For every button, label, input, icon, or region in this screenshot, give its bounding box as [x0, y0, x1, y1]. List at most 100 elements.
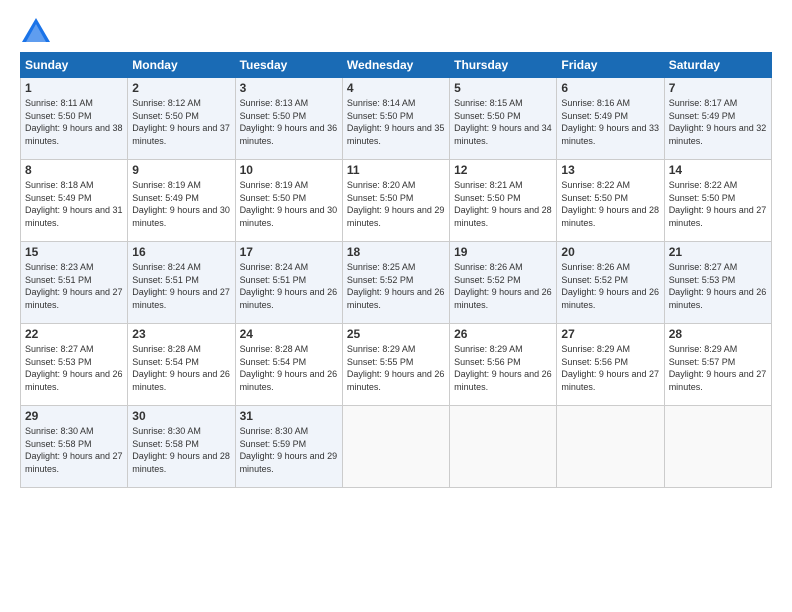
sunrise: Sunrise: 8:29 AM — [347, 344, 416, 354]
daylight: Daylight: 9 hours and 36 minutes. — [240, 123, 338, 146]
day-header-friday: Friday — [557, 53, 664, 78]
day-number: 19 — [454, 245, 552, 259]
day-content: Sunrise: 8:13 AM Sunset: 5:50 PM Dayligh… — [240, 97, 338, 147]
day-content: Sunrise: 8:29 AM Sunset: 5:56 PM Dayligh… — [454, 343, 552, 393]
sunset: Sunset: 5:54 PM — [240, 357, 307, 367]
calendar-cell: 20 Sunrise: 8:26 AM Sunset: 5:52 PM Dayl… — [557, 242, 664, 324]
calendar-cell: 28 Sunrise: 8:29 AM Sunset: 5:57 PM Dayl… — [664, 324, 771, 406]
calendar-cell: 27 Sunrise: 8:29 AM Sunset: 5:56 PM Dayl… — [557, 324, 664, 406]
daylight: Daylight: 9 hours and 30 minutes. — [240, 205, 338, 228]
calendar-cell: 14 Sunrise: 8:22 AM Sunset: 5:50 PM Dayl… — [664, 160, 771, 242]
daylight: Daylight: 9 hours and 27 minutes. — [669, 369, 767, 392]
sunrise: Sunrise: 8:26 AM — [454, 262, 523, 272]
daylight: Daylight: 9 hours and 27 minutes. — [132, 287, 230, 310]
sunset: Sunset: 5:58 PM — [132, 439, 199, 449]
calendar-cell: 25 Sunrise: 8:29 AM Sunset: 5:55 PM Dayl… — [342, 324, 449, 406]
calendar-cell: 24 Sunrise: 8:28 AM Sunset: 5:54 PM Dayl… — [235, 324, 342, 406]
sunrise: Sunrise: 8:22 AM — [561, 180, 630, 190]
logo — [20, 16, 55, 44]
sunrise: Sunrise: 8:13 AM — [240, 98, 309, 108]
week-row-3: 15 Sunrise: 8:23 AM Sunset: 5:51 PM Dayl… — [21, 242, 772, 324]
daylight: Daylight: 9 hours and 29 minutes. — [347, 205, 445, 228]
page: SundayMondayTuesdayWednesdayThursdayFrid… — [0, 0, 792, 612]
daylight: Daylight: 9 hours and 38 minutes. — [25, 123, 123, 146]
day-content: Sunrise: 8:17 AM Sunset: 5:49 PM Dayligh… — [669, 97, 767, 147]
sunset: Sunset: 5:50 PM — [669, 193, 736, 203]
week-row-4: 22 Sunrise: 8:27 AM Sunset: 5:53 PM Dayl… — [21, 324, 772, 406]
calendar-cell — [557, 406, 664, 488]
day-number: 6 — [561, 81, 659, 95]
day-number: 13 — [561, 163, 659, 177]
day-content: Sunrise: 8:30 AM Sunset: 5:59 PM Dayligh… — [240, 425, 338, 475]
calendar-cell: 26 Sunrise: 8:29 AM Sunset: 5:56 PM Dayl… — [450, 324, 557, 406]
day-content: Sunrise: 8:30 AM Sunset: 5:58 PM Dayligh… — [132, 425, 230, 475]
sunrise: Sunrise: 8:29 AM — [454, 344, 523, 354]
day-number: 31 — [240, 409, 338, 423]
sunset: Sunset: 5:50 PM — [454, 193, 521, 203]
calendar-cell: 1 Sunrise: 8:11 AM Sunset: 5:50 PM Dayli… — [21, 78, 128, 160]
sunset: Sunset: 5:50 PM — [240, 193, 307, 203]
daylight: Daylight: 9 hours and 26 minutes. — [25, 369, 123, 392]
day-number: 20 — [561, 245, 659, 259]
day-number: 14 — [669, 163, 767, 177]
calendar-cell: 9 Sunrise: 8:19 AM Sunset: 5:49 PM Dayli… — [128, 160, 235, 242]
calendar-cell — [450, 406, 557, 488]
calendar-cell: 10 Sunrise: 8:19 AM Sunset: 5:50 PM Dayl… — [235, 160, 342, 242]
daylight: Daylight: 9 hours and 26 minutes. — [132, 369, 230, 392]
daylight: Daylight: 9 hours and 26 minutes. — [240, 287, 338, 310]
calendar-cell: 23 Sunrise: 8:28 AM Sunset: 5:54 PM Dayl… — [128, 324, 235, 406]
sunset: Sunset: 5:50 PM — [347, 193, 414, 203]
calendar-cell — [664, 406, 771, 488]
day-number: 16 — [132, 245, 230, 259]
logo-icon — [20, 16, 52, 44]
sunrise: Sunrise: 8:14 AM — [347, 98, 416, 108]
calendar-cell: 30 Sunrise: 8:30 AM Sunset: 5:58 PM Dayl… — [128, 406, 235, 488]
calendar-cell: 8 Sunrise: 8:18 AM Sunset: 5:49 PM Dayli… — [21, 160, 128, 242]
calendar-cell: 15 Sunrise: 8:23 AM Sunset: 5:51 PM Dayl… — [21, 242, 128, 324]
calendar-cell: 17 Sunrise: 8:24 AM Sunset: 5:51 PM Dayl… — [235, 242, 342, 324]
day-header-saturday: Saturday — [664, 53, 771, 78]
sunrise: Sunrise: 8:30 AM — [132, 426, 201, 436]
daylight: Daylight: 9 hours and 26 minutes. — [240, 369, 338, 392]
sunset: Sunset: 5:58 PM — [25, 439, 92, 449]
day-content: Sunrise: 8:27 AM Sunset: 5:53 PM Dayligh… — [25, 343, 123, 393]
sunrise: Sunrise: 8:17 AM — [669, 98, 738, 108]
sunrise: Sunrise: 8:26 AM — [561, 262, 630, 272]
daylight: Daylight: 9 hours and 26 minutes. — [669, 287, 767, 310]
calendar-cell: 13 Sunrise: 8:22 AM Sunset: 5:50 PM Dayl… — [557, 160, 664, 242]
sunrise: Sunrise: 8:25 AM — [347, 262, 416, 272]
calendar-cell: 19 Sunrise: 8:26 AM Sunset: 5:52 PM Dayl… — [450, 242, 557, 324]
sunset: Sunset: 5:52 PM — [347, 275, 414, 285]
day-content: Sunrise: 8:21 AM Sunset: 5:50 PM Dayligh… — [454, 179, 552, 229]
day-content: Sunrise: 8:19 AM Sunset: 5:49 PM Dayligh… — [132, 179, 230, 229]
sunrise: Sunrise: 8:27 AM — [669, 262, 738, 272]
sunset: Sunset: 5:56 PM — [561, 357, 628, 367]
day-number: 5 — [454, 81, 552, 95]
daylight: Daylight: 9 hours and 30 minutes. — [132, 205, 230, 228]
day-number: 29 — [25, 409, 123, 423]
day-header-tuesday: Tuesday — [235, 53, 342, 78]
sunset: Sunset: 5:54 PM — [132, 357, 199, 367]
day-content: Sunrise: 8:29 AM Sunset: 5:56 PM Dayligh… — [561, 343, 659, 393]
daylight: Daylight: 9 hours and 31 minutes. — [25, 205, 123, 228]
day-number: 7 — [669, 81, 767, 95]
daylight: Daylight: 9 hours and 27 minutes. — [25, 451, 123, 474]
day-content: Sunrise: 8:23 AM Sunset: 5:51 PM Dayligh… — [25, 261, 123, 311]
day-content: Sunrise: 8:11 AM Sunset: 5:50 PM Dayligh… — [25, 97, 123, 147]
sunset: Sunset: 5:50 PM — [347, 111, 414, 121]
day-header-monday: Monday — [128, 53, 235, 78]
day-content: Sunrise: 8:29 AM Sunset: 5:57 PM Dayligh… — [669, 343, 767, 393]
day-content: Sunrise: 8:28 AM Sunset: 5:54 PM Dayligh… — [132, 343, 230, 393]
calendar-cell: 4 Sunrise: 8:14 AM Sunset: 5:50 PM Dayli… — [342, 78, 449, 160]
sunrise: Sunrise: 8:19 AM — [240, 180, 309, 190]
sunrise: Sunrise: 8:19 AM — [132, 180, 201, 190]
day-content: Sunrise: 8:29 AM Sunset: 5:55 PM Dayligh… — [347, 343, 445, 393]
day-content: Sunrise: 8:14 AM Sunset: 5:50 PM Dayligh… — [347, 97, 445, 147]
sunset: Sunset: 5:50 PM — [132, 111, 199, 121]
sunset: Sunset: 5:53 PM — [25, 357, 92, 367]
day-content: Sunrise: 8:26 AM Sunset: 5:52 PM Dayligh… — [454, 261, 552, 311]
day-number: 8 — [25, 163, 123, 177]
sunset: Sunset: 5:51 PM — [25, 275, 92, 285]
calendar-cell: 5 Sunrise: 8:15 AM Sunset: 5:50 PM Dayli… — [450, 78, 557, 160]
day-number: 15 — [25, 245, 123, 259]
